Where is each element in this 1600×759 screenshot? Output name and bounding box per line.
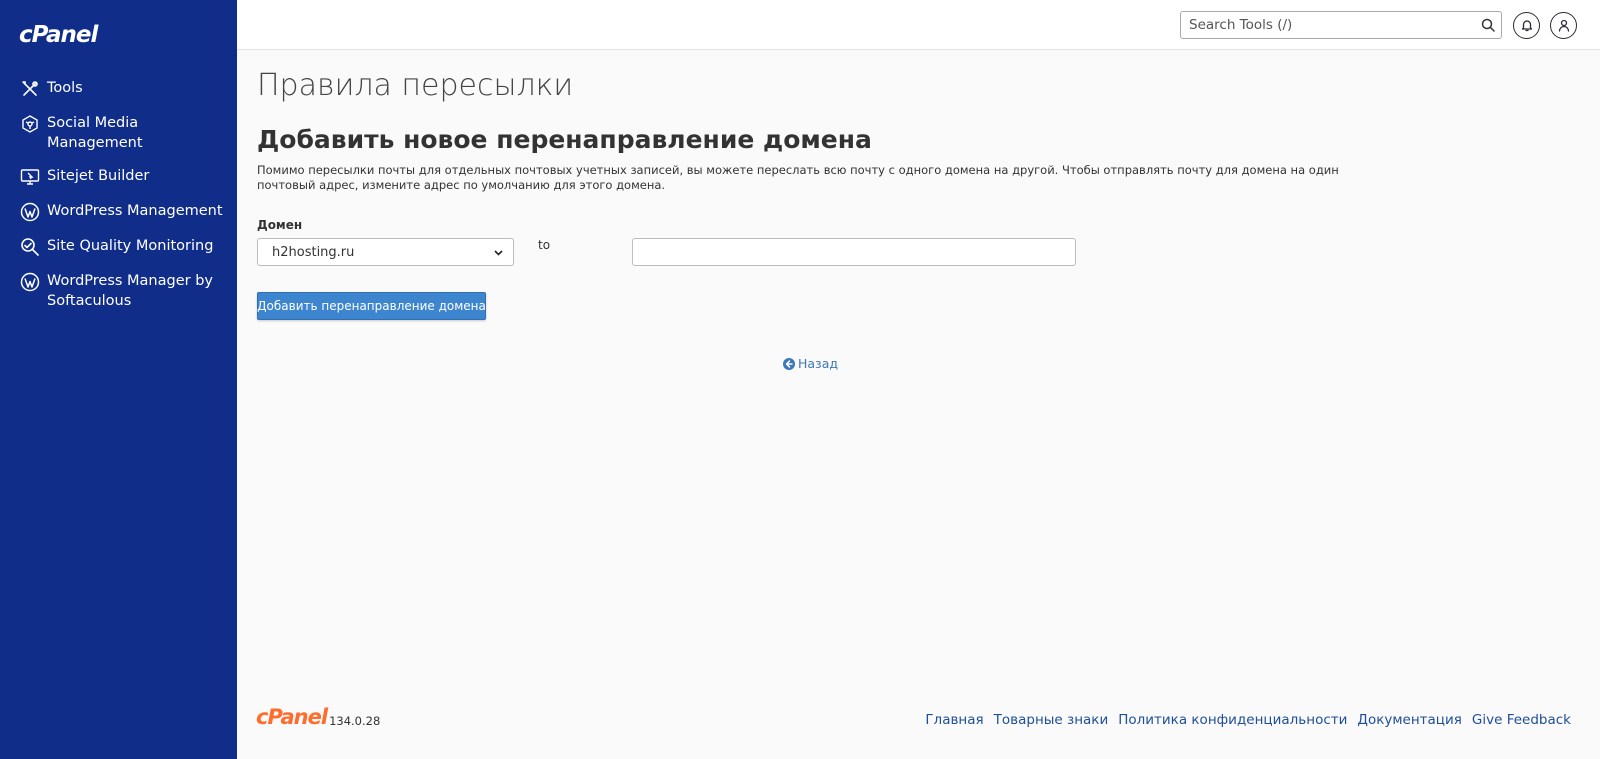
sidebar-item-label: Sitejet Builder <box>47 168 150 184</box>
search-box <box>1180 11 1502 39</box>
footer-link-home[interactable]: Главная <box>925 712 983 728</box>
footer-link-feedback[interactable]: Give Feedback <box>1472 712 1571 728</box>
social-media-icon <box>19 113 41 135</box>
sidebar-item-social-media[interactable]: Social Media Management <box>0 113 237 153</box>
version-label: 134.0.28 <box>329 714 381 728</box>
wordpress-icon <box>19 201 41 223</box>
sidebar-item-wordpress-management[interactable]: WordPress Management <box>0 201 237 223</box>
footer-link-privacy[interactable]: Политика конфиденциальности <box>1118 712 1347 728</box>
sidebar-item-wordpress-softaculous[interactable]: WordPress Manager by Softaculous <box>0 271 237 311</box>
footer-logo: cPanel 134.0.28 <box>256 706 380 728</box>
wordpress-icon <box>19 271 41 293</box>
add-domain-redirect-button[interactable]: Добавить перенаправление домена <box>257 292 486 320</box>
cpanel-logo[interactable]: cPanel <box>19 22 98 48</box>
sidebar-item-tools[interactable]: Tools <box>0 78 237 100</box>
sidebar-item-label: WordPress Manager by Softaculous <box>47 273 213 309</box>
footer-link-documentation[interactable]: Документация <box>1357 712 1462 728</box>
sidebar-item-label: Social Media Management <box>47 115 143 151</box>
footer-links: Главная Товарные знаки Политика конфиден… <box>915 712 1571 728</box>
tools-icon <box>19 78 41 100</box>
domain-selected-value: h2hosting.ru <box>272 244 355 260</box>
sidebar-item-site-quality[interactable]: Site Quality Monitoring <box>0 236 237 258</box>
sidebar-item-label: WordPress Management <box>47 203 223 219</box>
sidebar-item-label: Site Quality Monitoring <box>47 238 214 254</box>
domain-label: Домен <box>257 218 303 232</box>
back-link-label: Назад <box>798 356 839 371</box>
topbar <box>237 0 1600 50</box>
sidebar-item-sitejet[interactable]: Sitejet Builder <box>0 166 237 188</box>
search-input[interactable] <box>1181 12 1475 38</box>
user-account-icon[interactable] <box>1550 12 1577 39</box>
sidebar: cPanel Tools Social Media Management Sit… <box>0 0 237 759</box>
sidebar-nav: Tools Social Media Management Sitejet Bu… <box>0 78 237 324</box>
target-domain-input[interactable] <box>632 238 1076 266</box>
page-title: Правила пересылки <box>257 68 574 103</box>
sidebar-item-label: Tools <box>47 80 83 96</box>
chevron-down-icon <box>494 245 503 260</box>
back-link[interactable]: Назад <box>783 356 838 371</box>
to-label: to <box>538 238 551 252</box>
footer-link-trademarks[interactable]: Товарные знаки <box>994 712 1109 728</box>
search-icon[interactable] <box>1475 12 1501 38</box>
footer-cpanel-logo[interactable]: cPanel <box>256 706 328 728</box>
domain-select[interactable]: h2hosting.ru <box>257 238 514 266</box>
section-description: Помимо пересылки почты для отдельных поч… <box>257 163 1339 192</box>
section-title: Добавить новое перенаправление домена <box>257 125 872 154</box>
notifications-bell-icon[interactable] <box>1513 12 1540 39</box>
site-quality-icon <box>19 236 41 258</box>
arrow-left-circle-icon <box>783 357 795 370</box>
sitejet-icon <box>19 166 41 188</box>
